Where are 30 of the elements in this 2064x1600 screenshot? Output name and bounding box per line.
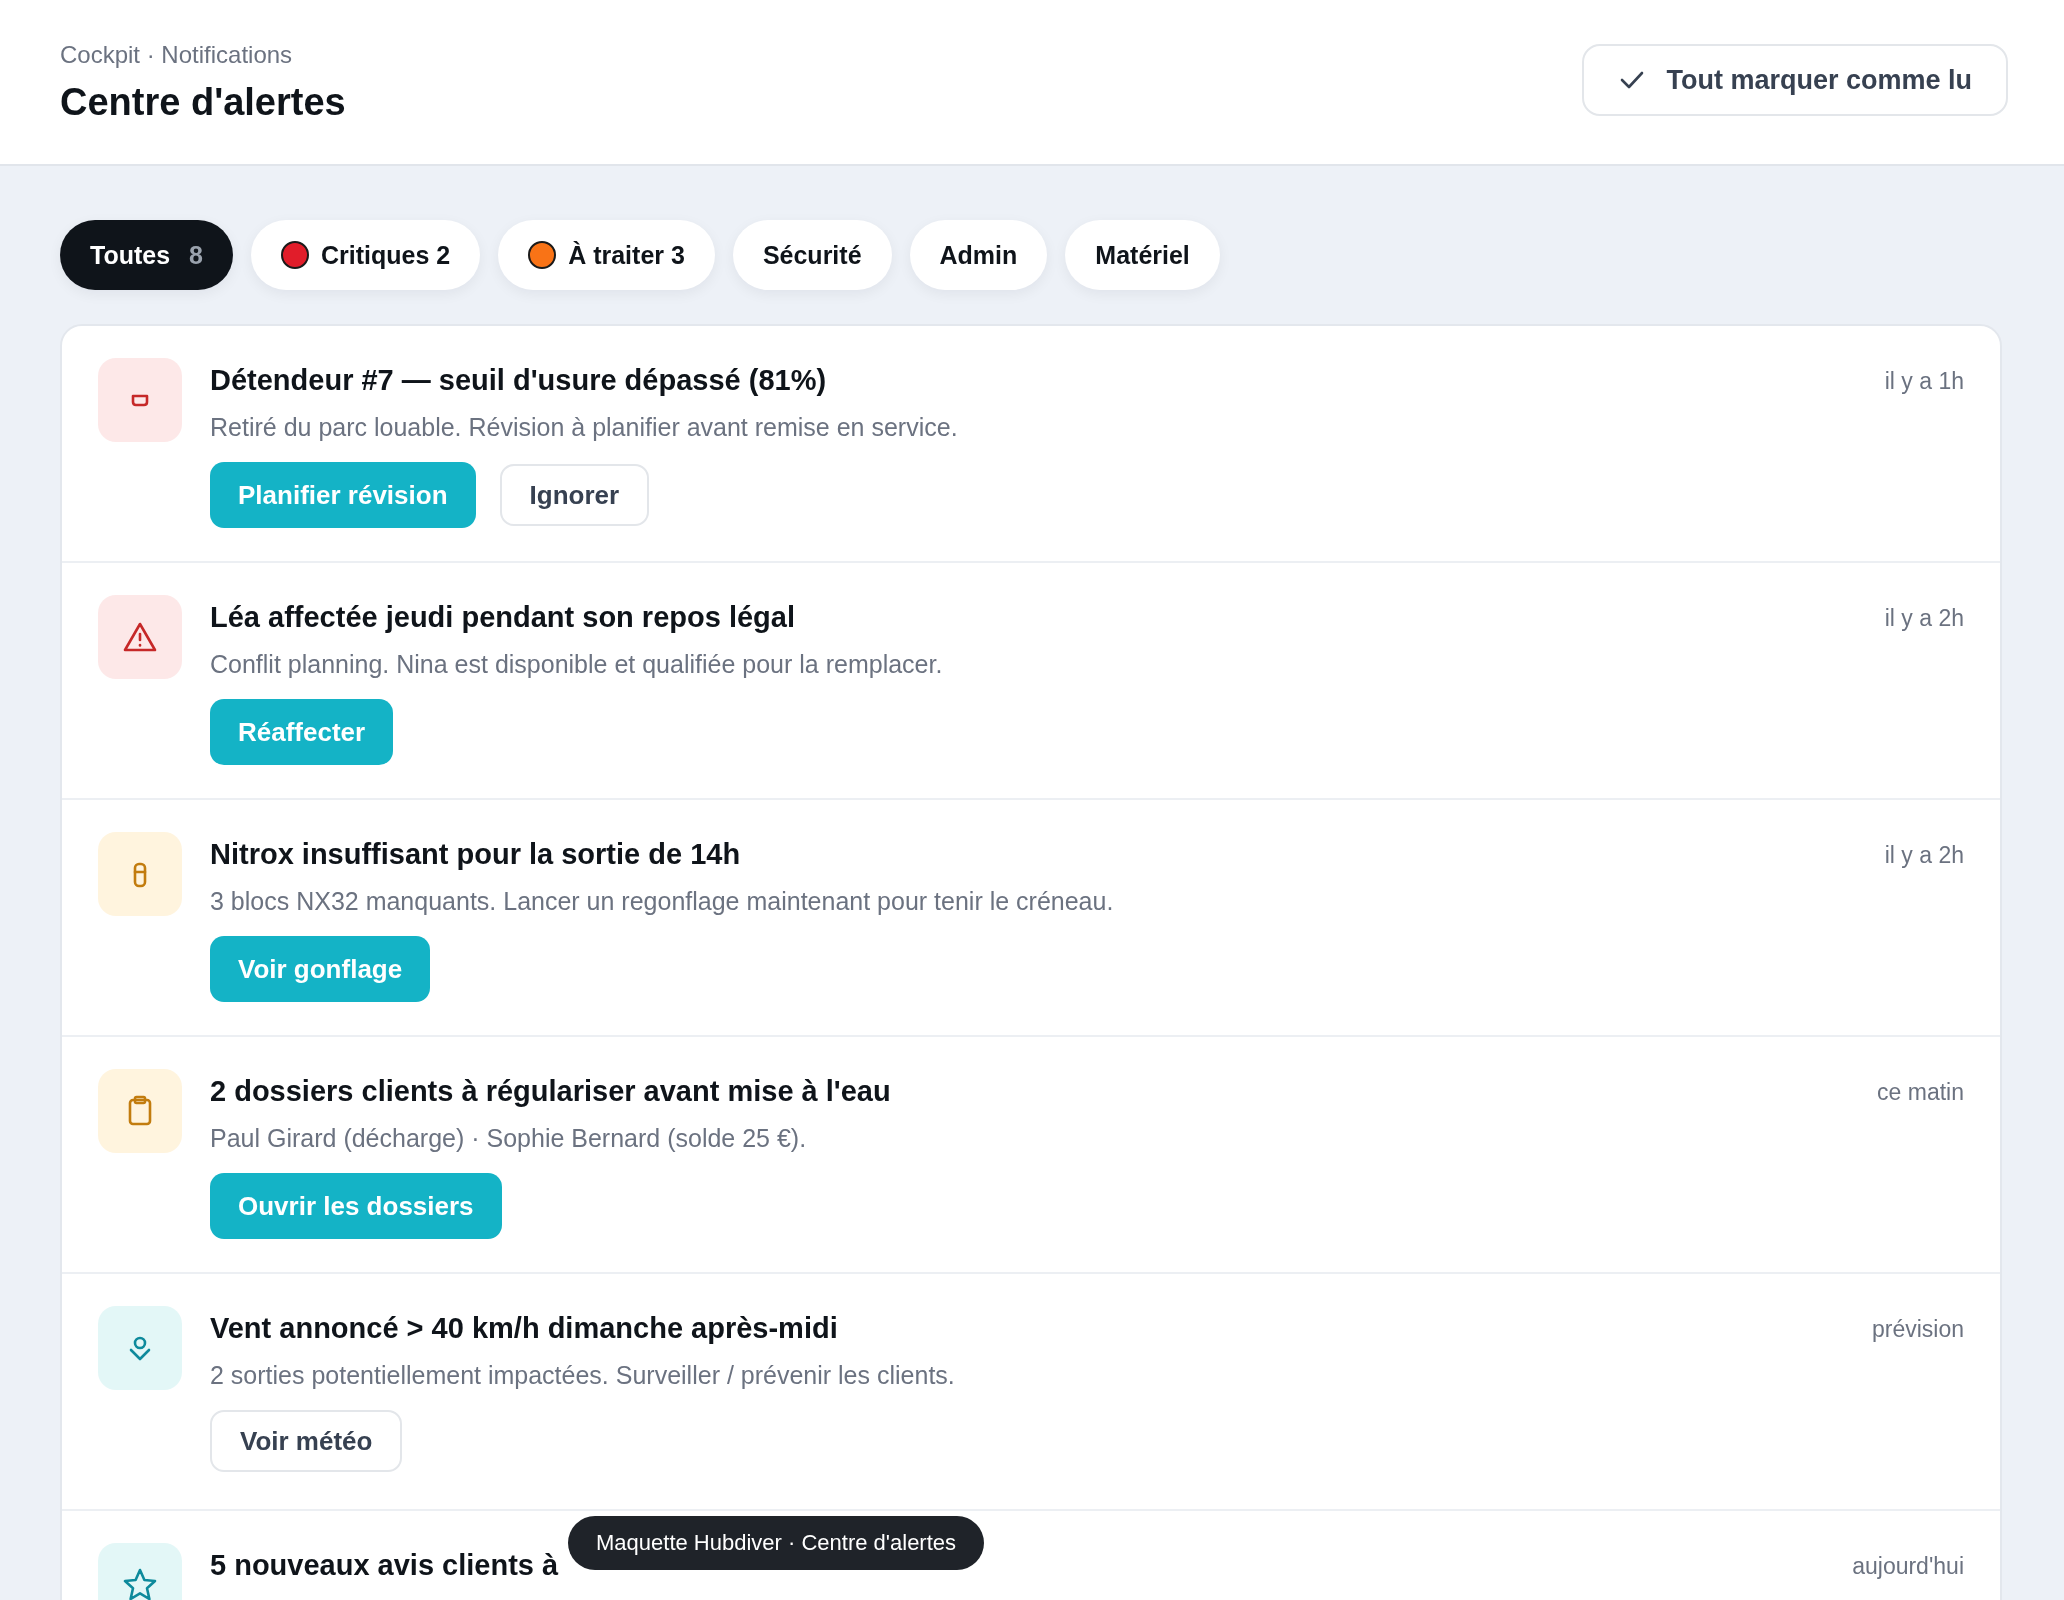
alert-title: Nitrox insuffisant pour la sortie de 14h — [210, 838, 742, 871]
action-button[interactable]: Voir météo — [210, 1410, 403, 1472]
alert-title: 5 nouveaux avis clients à — [210, 1549, 560, 1582]
alert-time: il y a 1h — [1884, 368, 1964, 395]
alert-description: Conflit planning. Nina est disponible et qualifiée pour la remplacer. — [210, 650, 944, 679]
action-button[interactable]: Ignorer — [499, 464, 650, 526]
alert-title: Léa affectée jeudi pendant son repos légal — [210, 601, 796, 634]
alert-time: il y a 2h — [1884, 842, 1964, 869]
alert-title: 2 dossiers clients à régulariser avant mise à l'eau — [210, 1075, 892, 1108]
alert-description: Paul Girard (décharge) · Sophie Bernard (solde 25 €). — [210, 1124, 808, 1153]
alert-time: prévision — [1871, 1316, 1964, 1343]
filter-chip[interactable]: À traiter 3 — [498, 220, 715, 290]
filter-chip[interactable]: Admin — [909, 220, 1048, 290]
filter-chip[interactable]: Toutes 8 — [60, 220, 233, 290]
check-icon — [1620, 70, 1645, 90]
alert-time: ce matin — [1877, 1079, 1964, 1106]
toast: Maquette Hubdiver · Centre d'alertes — [568, 1516, 985, 1570]
alert-description: 2 sorties potentiellement impactées. Surveiller / prévenir les clients. — [210, 1361, 956, 1390]
alert-description: 3 blocs NX32 manquants. Lancer un regonflage maintenant pour tenir le créneau. — [210, 887, 1115, 916]
mark-all-read-button[interactable]: Tout marquer comme lu — [1582, 44, 2008, 116]
filter-chip[interactable]: Sécurité — [732, 220, 892, 290]
alert-time: il y a 2h — [1884, 605, 1964, 632]
page-title: Centre d'alertes — [60, 80, 346, 124]
filter-chip[interactable]: Critiques 2 — [250, 220, 481, 290]
alert-time: aujourd'hui — [1852, 1553, 1964, 1580]
alert-title: Détendeur #7 — seuil d'usure dépassé (81%) — [210, 364, 828, 397]
alert-description: Retiré du parc louable. Révision à planifier avant remise en service. — [210, 413, 959, 442]
alert-title: Vent annoncé > 40 km/h dimanche après-midi — [210, 1312, 839, 1345]
breadcrumb: Cockpit · Notifications — [60, 40, 294, 69]
filter-chip[interactable]: Matériel — [1065, 220, 1220, 290]
